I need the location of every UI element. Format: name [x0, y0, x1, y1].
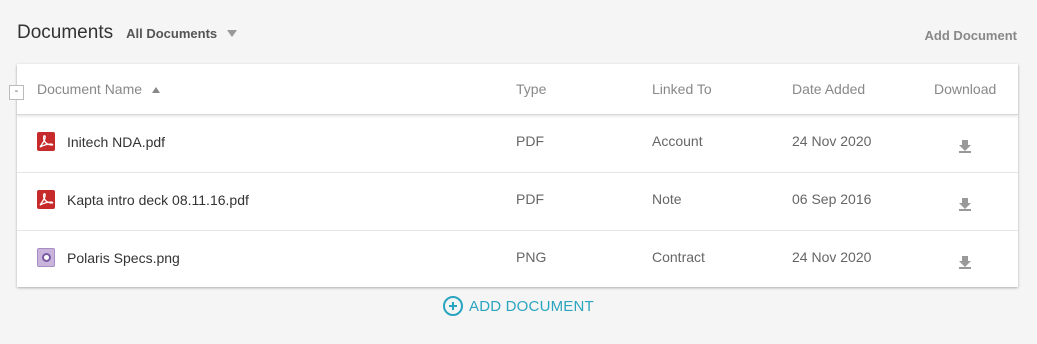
page-title: Documents — [17, 22, 114, 43]
date-added-cell: 24 Nov 2020 — [792, 249, 872, 265]
documents-header: Documents All Documents Add Document — [17, 20, 1017, 46]
document-name: Initech NDA.pdf — [67, 133, 166, 150]
camera-lens-icon — [42, 253, 51, 262]
document-filter-dropdown[interactable]: All Documents — [126, 25, 238, 41]
add-document-button-label: ADD DOCUMENT — [469, 297, 594, 315]
linked-to-cell: Note — [652, 191, 682, 207]
document-name-cell[interactable]: Polaris Specs.png — [37, 248, 180, 267]
column-header-label: Document Name — [37, 81, 143, 97]
linked-to-cell: Account — [652, 133, 703, 149]
column-header-download: Download — [934, 81, 997, 97]
document-name: Kapta intro deck 08.11.16.pdf — [67, 191, 249, 208]
document-name: Polaris Specs.png — [67, 249, 180, 266]
download-icon[interactable] — [958, 197, 972, 214]
table-row[interactable]: Initech NDA.pdf PDF Account 24 Nov 2020 — [17, 115, 1018, 173]
add-document-link[interactable]: Add Document — [925, 24, 1017, 43]
table-row[interactable]: Kapta intro deck 08.11.16.pdf PDF Note 0… — [17, 173, 1018, 231]
document-name-cell[interactable]: Kapta intro deck 08.11.16.pdf — [37, 190, 249, 209]
column-header-document-name[interactable]: Document Name — [37, 81, 161, 97]
pdf-file-icon — [37, 190, 55, 209]
documents-table: Document Name Type Linked To Date Added … — [17, 64, 1018, 287]
column-header-date-added[interactable]: Date Added — [792, 81, 865, 97]
type-cell: PNG — [516, 249, 547, 265]
table-row[interactable]: Polaris Specs.png PNG Contract 24 Nov 20… — [17, 231, 1018, 289]
column-header-type[interactable]: Type — [516, 81, 546, 97]
column-header-linked-to[interactable]: Linked To — [652, 81, 712, 97]
download-icon[interactable] — [958, 139, 972, 156]
add-document-button[interactable]: ADD DOCUMENT — [443, 296, 594, 316]
document-name-cell[interactable]: Initech NDA.pdf — [37, 132, 165, 151]
pdf-file-icon — [37, 132, 55, 151]
type-cell: PDF — [516, 133, 544, 149]
download-icon[interactable] — [958, 255, 972, 272]
type-cell: PDF — [516, 191, 544, 207]
caret-down-icon — [227, 29, 238, 37]
plus-circle-icon — [443, 296, 463, 316]
sort-ascending-icon — [152, 87, 161, 93]
linked-to-cell: Contract — [652, 249, 705, 265]
date-added-cell: 24 Nov 2020 — [792, 133, 872, 149]
image-file-icon — [37, 248, 55, 267]
date-added-cell: 06 Sep 2016 — [792, 191, 872, 207]
table-header: Document Name Type Linked To Date Added … — [17, 64, 1018, 115]
filter-label: All Documents — [126, 25, 218, 41]
collapse-toggle-button[interactable]: - — [9, 85, 24, 100]
